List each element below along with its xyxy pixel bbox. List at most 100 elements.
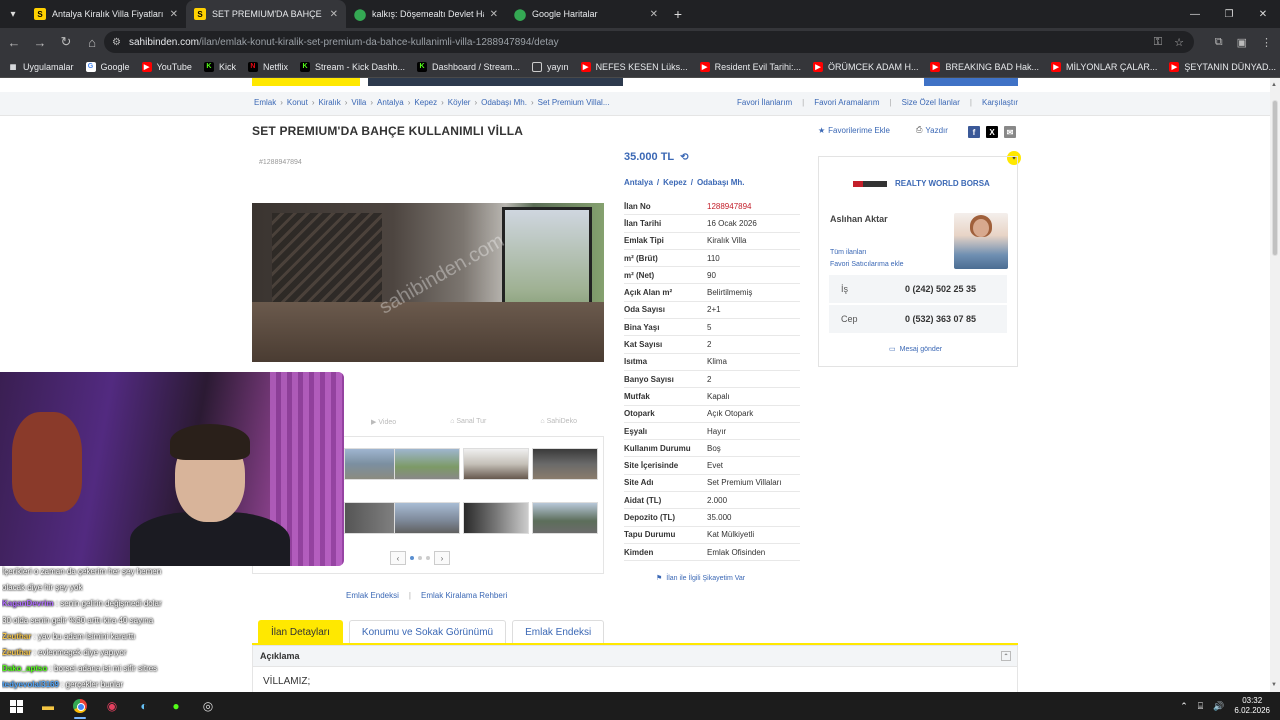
rental-guide-link[interactable]: Emlak Kiralama Rehberi: [421, 591, 507, 600]
send-message-link[interactable]: ▭ Mesaj gönder: [889, 345, 942, 354]
bookmark-item[interactable]: ▶ Resident Evil Tarihi:...: [699, 61, 801, 72]
add-favorite-link[interactable]: ★ Favorilerime Ekle: [818, 126, 890, 135]
scroll-up-icon[interactable]: ▲: [1271, 82, 1277, 88]
sahideko-tab[interactable]: ⌂ SahiDeko: [540, 418, 577, 436]
thumbnail[interactable]: [394, 502, 460, 534]
breadcrumb-item[interactable]: Kiralık: [318, 98, 340, 107]
bookmark-star-icon[interactable]: ☆: [1174, 36, 1184, 49]
site-search[interactable]: [368, 78, 623, 86]
main-photo[interactable]: sahibinden.com: [252, 203, 604, 362]
bookmark-item[interactable]: ▶ ŞEYTANIN DÜNYAD...: [1169, 61, 1276, 72]
bookmark-item[interactable]: ▶ BREAKING BAD Hak...: [930, 61, 1039, 72]
browser-tab-4[interactable]: ⬤ Google Haritalar ✕: [506, 0, 666, 28]
bookmark-item[interactable]: K Stream - Kick Dashb...: [299, 61, 405, 72]
favorite-seller-link[interactable]: Favori Satıcılarıma ekle: [830, 259, 904, 271]
browser-tab-2[interactable]: S SET PREMIUM'DA BAHÇE KULL ✕: [186, 0, 346, 28]
tab-emlak-endeksi[interactable]: Emlak Endeksi: [512, 620, 605, 644]
clock[interactable]: 03:32 6.02.2026: [1234, 696, 1270, 716]
extensions-icon[interactable]: ⧉: [1215, 36, 1223, 49]
price-history-icon[interactable]: ⟲: [680, 152, 688, 163]
phone-value[interactable]: 0 (532) 363 07 85: [905, 314, 976, 324]
forward-icon[interactable]: →: [28, 30, 52, 54]
x-twitter-icon[interactable]: X: [986, 126, 998, 138]
breadcrumb-item[interactable]: Konut: [287, 98, 308, 107]
bookmark-item[interactable]: K Dashboard / Stream...: [417, 61, 520, 72]
kick-app-icon[interactable]: ●: [160, 692, 192, 720]
user-link[interactable]: Favori İlanlarım: [737, 98, 792, 107]
thumbnail[interactable]: [463, 448, 529, 480]
speaker-icon[interactable]: 🔊: [1213, 701, 1224, 712]
post-ad-button[interactable]: [924, 78, 1018, 86]
thumbnail[interactable]: [532, 502, 598, 534]
close-tab-icon[interactable]: ✕: [170, 9, 178, 20]
emlak-endeksi-link[interactable]: Emlak Endeksi: [346, 591, 399, 600]
bookmark-item[interactable]: ▶ MİLYONLAR ÇALAR...: [1051, 61, 1157, 72]
tab-search-icon[interactable]: ▾: [0, 0, 26, 28]
video-tab[interactable]: ▶ Video: [371, 418, 396, 436]
user-link[interactable]: Karşılaştır: [982, 98, 1018, 107]
steam-icon[interactable]: ◐: [128, 692, 160, 720]
tab-location-street-view[interactable]: Konumu ve Sokak Görünümü: [348, 620, 507, 644]
chevron-left-icon[interactable]: ‹: [390, 551, 406, 565]
bookmark-item[interactable]: K Kick: [203, 61, 236, 72]
facebook-icon[interactable]: f: [968, 126, 980, 138]
location-district[interactable]: Kepez: [663, 178, 687, 187]
virtual-tour-tab[interactable]: ⌂ Sanal Tur: [450, 418, 486, 436]
agency[interactable]: REALTY WORLD BORSA: [853, 179, 990, 188]
file-explorer-icon[interactable]: ▬: [32, 692, 64, 720]
breadcrumb-item[interactable]: Antalya: [377, 98, 404, 107]
print-link[interactable]: ⎙ Yazdır: [916, 125, 948, 135]
page-scrollbar[interactable]: ▲ ▼: [1270, 78, 1280, 692]
thumbnail[interactable]: [463, 502, 529, 534]
tray-chevron-icon[interactable]: ⌃: [1180, 701, 1188, 712]
bookmark-item[interactable]: N Netflix: [247, 61, 288, 72]
complaint-link[interactable]: ⚑ İlan ile İlgili Şikayetim Var: [656, 574, 745, 583]
breadcrumb-item[interactable]: Villa: [351, 98, 366, 107]
bookmark-item[interactable]: ▶ ÖRÜMCEK ADAM H...: [812, 61, 918, 72]
phone-value[interactable]: 0 (242) 502 25 35: [905, 284, 976, 294]
close-tab-icon[interactable]: ✕: [490, 9, 498, 20]
scroll-down-icon[interactable]: ▼: [1271, 682, 1277, 688]
bookmark-item[interactable]: ▶ YouTube: [141, 61, 192, 72]
restore-icon[interactable]: ❐: [1212, 0, 1246, 28]
address-bar[interactable]: ⚙ sahibinden.com /ilan/emlak-konut-kiral…: [104, 31, 1194, 53]
network-icon[interactable]: ⌸: [1198, 701, 1203, 712]
minimize-icon[interactable]: —: [1178, 0, 1212, 28]
chevron-right-icon[interactable]: ›: [434, 551, 450, 565]
bookmark-item[interactable]: ▶ NEFES KESEN Lüks...: [580, 61, 688, 72]
close-tab-icon[interactable]: ✕: [650, 9, 658, 20]
breadcrumb-item[interactable]: Kepez: [414, 98, 437, 107]
location-city[interactable]: Antalya: [624, 178, 653, 187]
pager-dot[interactable]: [410, 556, 414, 560]
breadcrumb-item[interactable]: Köyler: [448, 98, 471, 107]
tab-listing-details[interactable]: İlan Detayları: [258, 620, 343, 644]
thumbnail[interactable]: [532, 448, 598, 480]
all-listings-link[interactable]: Tüm ilanları: [830, 247, 904, 259]
close-tab-icon[interactable]: ✕: [330, 9, 338, 20]
user-link[interactable]: Size Özel İlanlar: [902, 98, 960, 107]
site-info-icon[interactable]: ⚙: [112, 37, 121, 48]
bookmark-item[interactable]: ▦ Uygulamalar: [8, 62, 74, 72]
scroll-thumb[interactable]: [1272, 100, 1278, 256]
profile-icon[interactable]: ▣: [1237, 36, 1247, 49]
email-icon[interactable]: ✉: [1004, 126, 1016, 138]
password-key-icon[interactable]: ⚿: [1154, 36, 1162, 49]
menu-icon[interactable]: ⋮: [1261, 36, 1272, 49]
breadcrumb-item[interactable]: Set Premium Villal...: [538, 98, 610, 107]
breadcrumb-item[interactable]: Emlak: [254, 98, 276, 107]
obs-icon[interactable]: ◎: [192, 692, 224, 720]
home-icon[interactable]: ⌂: [80, 30, 104, 54]
start-icon[interactable]: [0, 692, 32, 720]
pager-dot[interactable]: [426, 556, 430, 560]
new-tab-button[interactable]: +: [666, 0, 690, 28]
back-icon[interactable]: ←: [2, 30, 26, 54]
breadcrumb-item[interactable]: Odabaşı Mh.: [481, 98, 527, 107]
browser-tab-1[interactable]: S Antalya Kiralık Villa Fiyatları sah ✕: [26, 0, 186, 28]
collapse-icon[interactable]: ⌃: [1001, 651, 1011, 661]
close-window-icon[interactable]: ✕: [1246, 0, 1280, 28]
user-link[interactable]: Favori Aramalarım: [814, 98, 879, 107]
app-icon[interactable]: ◉: [96, 692, 128, 720]
chrome-icon[interactable]: [64, 692, 96, 720]
browser-tab-3[interactable]: ⬤ kalkış: Döşemealtı Devlet Hasta ✕: [346, 0, 506, 28]
pager-dot[interactable]: [418, 556, 422, 560]
